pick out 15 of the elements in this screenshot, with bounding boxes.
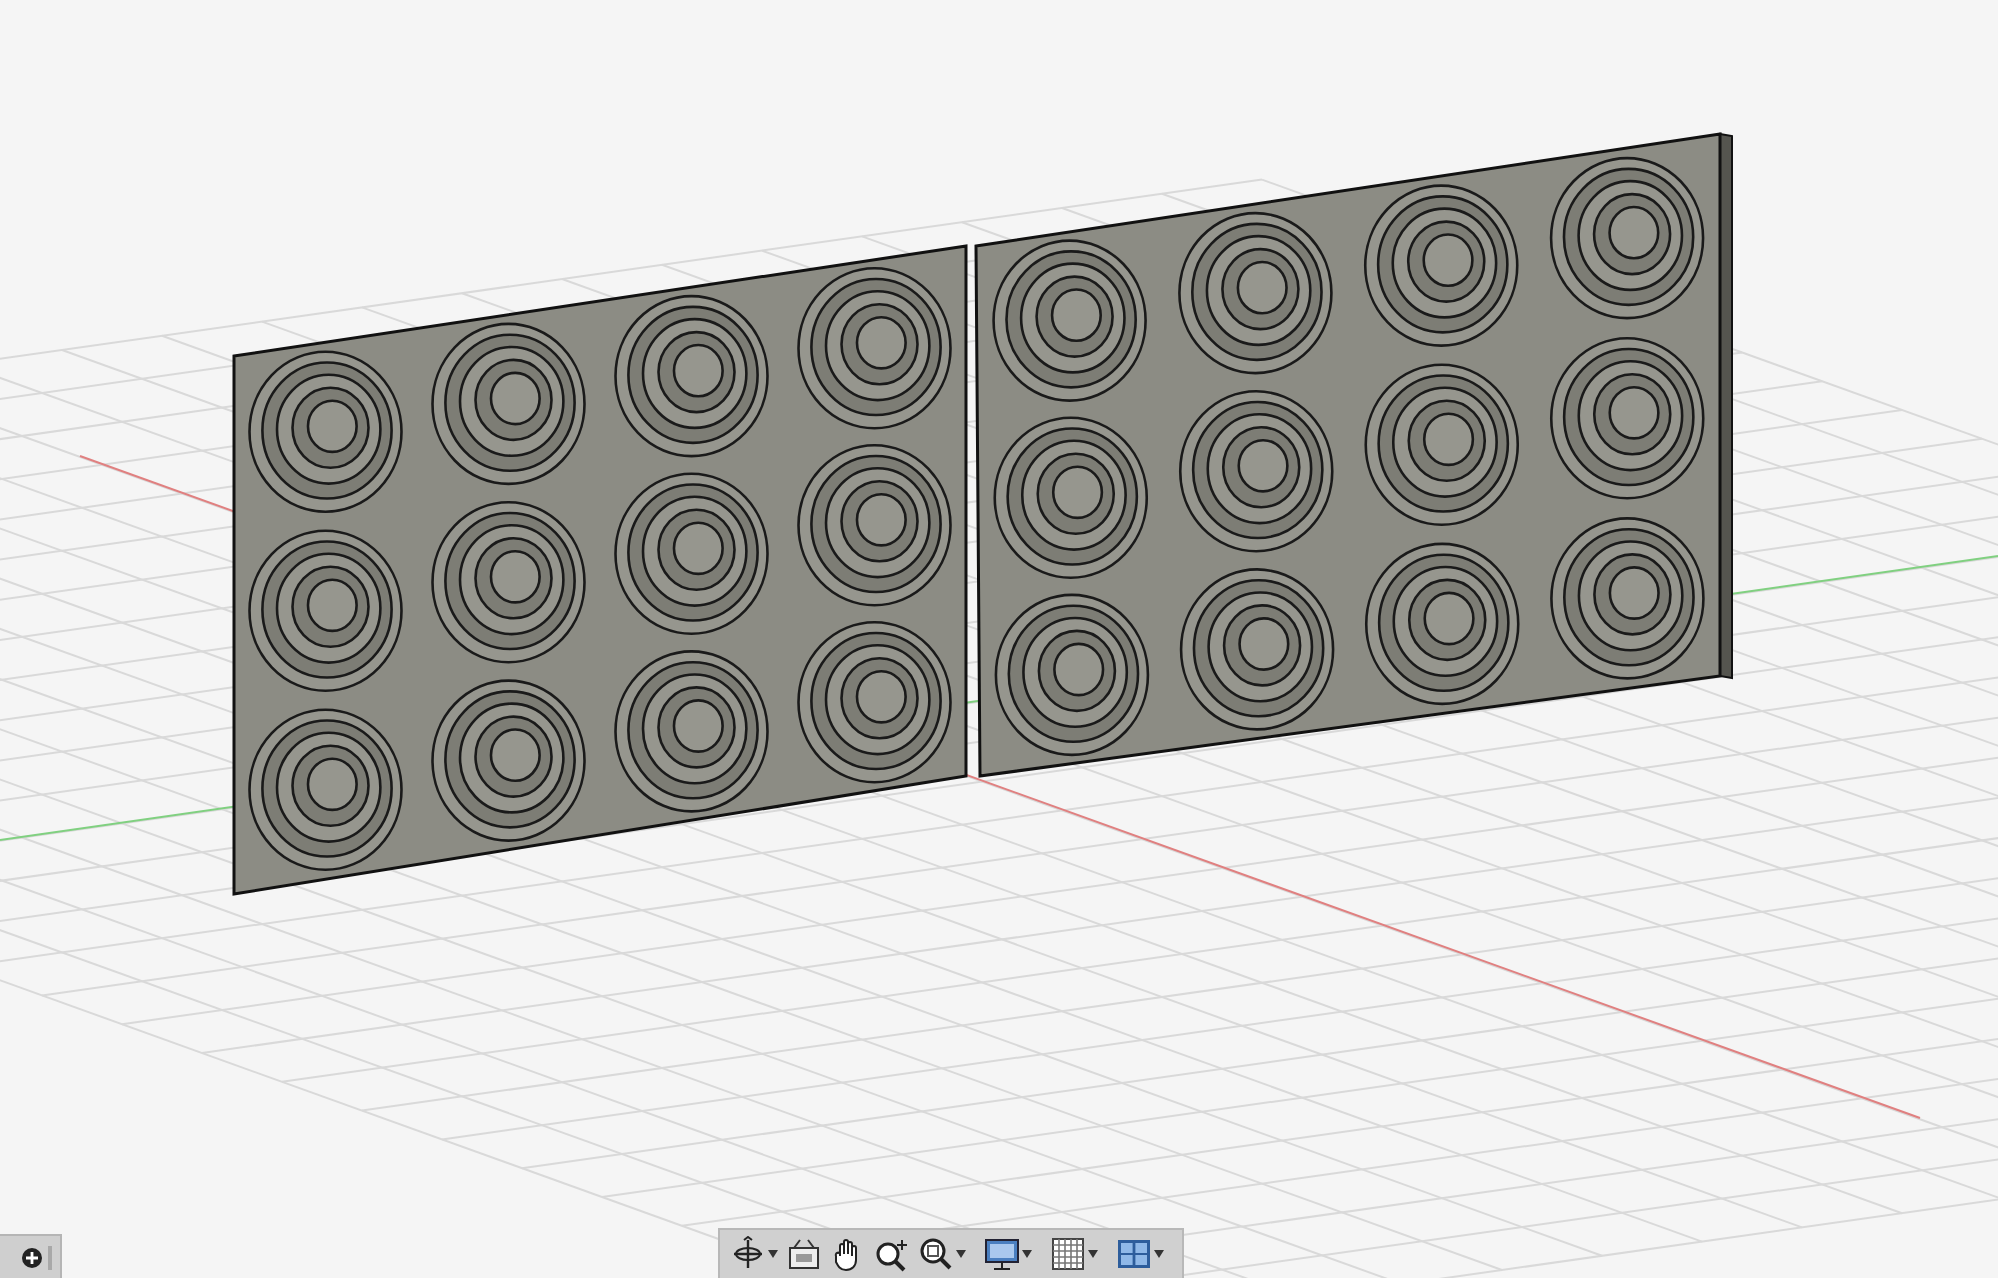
search-icon [918, 1236, 954, 1272]
zoom-icon [874, 1236, 910, 1272]
caret-icon [768, 1250, 778, 1258]
caret-icon [1154, 1250, 1164, 1258]
screen-icon [786, 1236, 822, 1272]
caret-icon [1022, 1250, 1032, 1258]
toolbar-button[interactable] [1048, 1232, 1100, 1276]
add-icon [22, 1247, 42, 1267]
viewports-icon [1116, 1236, 1152, 1272]
caret-icon [956, 1250, 966, 1258]
grid-icon [1050, 1236, 1086, 1272]
orbit-icon [730, 1236, 766, 1272]
caret-icon [1088, 1250, 1098, 1258]
monitor-icon [984, 1236, 1020, 1272]
browser-panel-tab[interactable] [0, 1234, 62, 1278]
